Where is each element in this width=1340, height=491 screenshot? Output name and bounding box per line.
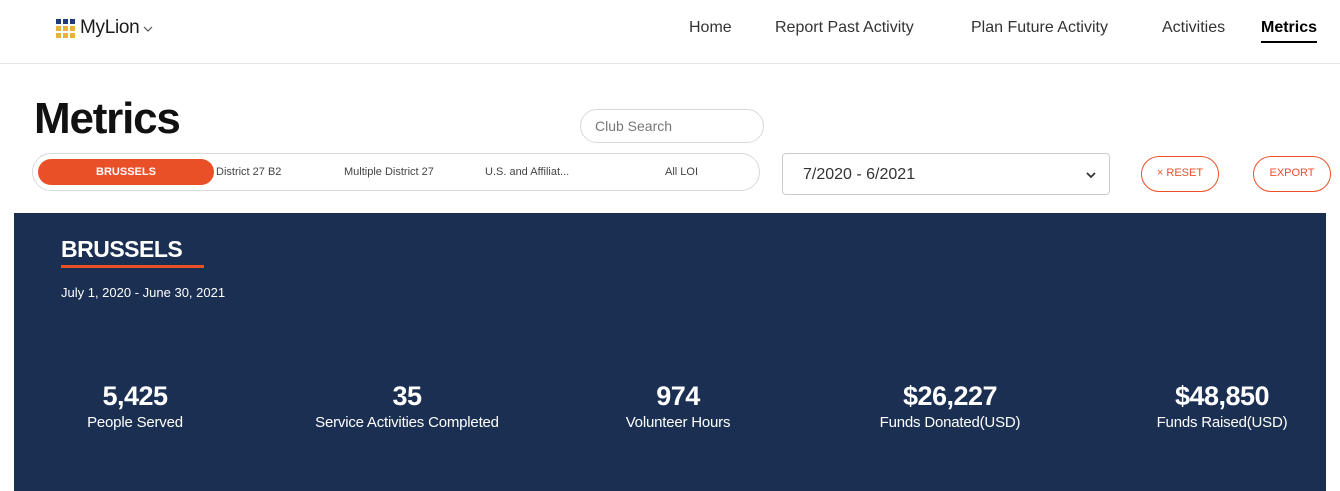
metric-label: Funds Raised(USD) [1156, 414, 1288, 431]
nav-home[interactable]: Home [689, 19, 732, 37]
metric-value: 974 [656, 381, 700, 411]
metric-service-activities: 35 Service Activities Completed [277, 381, 537, 431]
date-range-select[interactable]: 7/2020 - 6/2021 [782, 153, 1110, 195]
nav-report-past-activity[interactable]: Report Past Activity [775, 19, 914, 37]
reset-button[interactable]: × RESET [1141, 156, 1219, 192]
tab-all-loi[interactable]: All LOI [665, 154, 698, 190]
export-button[interactable]: EXPORT [1253, 156, 1331, 192]
metric-value: 35 [392, 381, 422, 411]
metric-label: People Served [87, 414, 183, 431]
mylion-app-switcher[interactable]: MyLion [56, 17, 155, 39]
level-tabs: BRUSSELS District 27 B2 Multiple Distric… [32, 153, 760, 191]
metric-value: $26,227 [902, 381, 998, 411]
page-title: Metrics [34, 94, 181, 143]
metrics-panel: BRUSSELS July 1, 2020 - June 30, 2021 5,… [14, 213, 1326, 491]
metric-people-served: 5,425 People Served [5, 381, 265, 431]
nav-metrics[interactable]: Metrics [1261, 19, 1318, 43]
tab-brussels[interactable]: BRUSSELS [38, 159, 214, 185]
metric-label: Service Activities Completed [315, 414, 499, 431]
club-name-heading: BRUSSELS [61, 236, 183, 262]
nav-activities[interactable]: Activities [1162, 19, 1225, 37]
heading-underline [61, 265, 204, 268]
nav-plan-future-activity[interactable]: Plan Future Activity [971, 19, 1108, 37]
chevron-down-icon [144, 26, 153, 32]
tab-us-and-affiliates[interactable]: U.S. and Affiliat... [485, 154, 569, 190]
tab-multiple-district-27[interactable]: Multiple District 27 [344, 154, 434, 190]
period-label: July 1, 2020 - June 30, 2021 [61, 285, 226, 300]
metric-value: 5,425 [102, 381, 168, 411]
top-nav-bar: MyLion Home Report Past Activity Plan Fu… [0, 0, 1340, 64]
club-search-input[interactable] [580, 109, 764, 143]
metric-funds-raised: $48,850 Funds Raised(USD) [1092, 381, 1340, 431]
grid-icon [56, 19, 76, 38]
metric-label: Volunteer Hours [625, 414, 731, 431]
metric-volunteer-hours: 974 Volunteer Hours [548, 381, 808, 431]
metric-value: $48,850 [1174, 381, 1270, 411]
metric-label: Funds Donated(USD) [879, 414, 1021, 431]
tab-district-27-b2[interactable]: District 27 B2 [216, 154, 281, 190]
chevron-down-icon [1086, 172, 1096, 179]
date-range-value: 7/2020 - 6/2021 [803, 166, 916, 183]
brand-label: MyLion [80, 17, 140, 38]
metric-funds-donated: $26,227 Funds Donated(USD) [820, 381, 1080, 431]
